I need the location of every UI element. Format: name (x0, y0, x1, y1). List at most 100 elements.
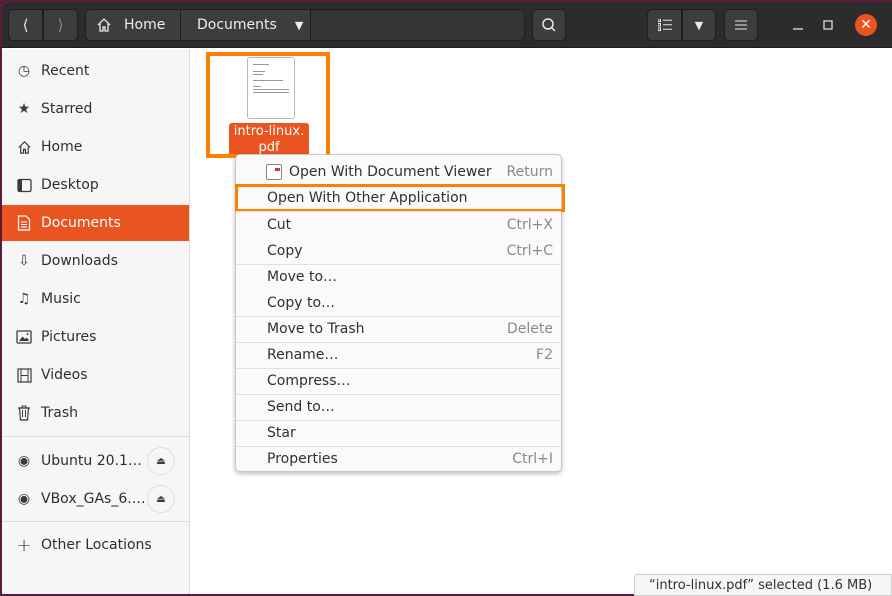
search-icon (542, 18, 556, 32)
sidebar-divider (2, 521, 189, 522)
menu-item-label: Copy (267, 243, 303, 259)
eject-icon: ⏏ (156, 493, 166, 505)
eject-button[interactable]: ⏏ (147, 447, 175, 475)
close-icon: ✕ (860, 17, 872, 33)
status-text: “intro-linux.pdf” selected (1.6 MB) (649, 577, 873, 593)
sidebar-item-label: Ubuntu 20.1… (41, 453, 142, 469)
sidebar-item-label: Pictures (41, 329, 97, 345)
menu-item-cut[interactable]: Cut Ctrl+X (236, 212, 561, 238)
menu-item-copy[interactable]: Copy Ctrl+C (236, 238, 561, 264)
sidebar-item-home[interactable]: Home (2, 129, 189, 165)
minimize-button[interactable] (787, 14, 809, 36)
sidebar-item-label: VBox_GAs_6.… (41, 491, 146, 507)
menu-item-label: Open With Document Viewer (289, 164, 492, 180)
close-button[interactable]: ✕ (855, 14, 877, 36)
sidebar-item-documents[interactable]: Documents (2, 205, 189, 241)
film-icon (15, 367, 33, 383)
menu-item-rename[interactable]: Rename… F2 (236, 342, 561, 368)
menu-item-accel: F2 (536, 347, 553, 363)
sidebar-item-label: Documents (41, 215, 121, 231)
menu-item-label: Rename… (267, 347, 339, 363)
context-menu: Open With Document Viewer Return Open Wi… (235, 154, 565, 472)
breadcrumb-home-label: Home (124, 17, 166, 33)
back-button[interactable]: ⟨ (8, 9, 43, 41)
maximize-icon (823, 20, 833, 30)
chevron-right-icon: ⟩ (57, 16, 64, 34)
files-window: ⟨ ⟩ Home Documents ▼ ▼ ✕ ◷ Recent ★ Star… (2, 2, 892, 594)
breadcrumb-documents-label: Documents (197, 17, 277, 33)
sidebar-item-pictures[interactable]: Pictures (2, 319, 189, 355)
menu-item-send-to[interactable]: Send to… (236, 394, 561, 420)
menu-item-copy-to[interactable]: Copy to… (236, 290, 561, 316)
menu-item-label: Copy to… (267, 295, 336, 311)
document-icon (15, 215, 33, 231)
sidebar-item-downloads[interactable]: ⇩ Downloads (2, 243, 189, 279)
sidebar-item-other-locations[interactable]: + Other Locations (2, 527, 189, 563)
caret-down-icon: ▼ (294, 18, 304, 32)
annotation-highlight-file (206, 52, 330, 158)
eject-button[interactable]: ⏏ (147, 485, 175, 513)
sidebar-item-label: Other Locations (41, 537, 152, 553)
sidebar-item-label: Home (41, 139, 83, 155)
main-menu-button[interactable] (724, 9, 758, 41)
sidebar-item-desktop[interactable]: Desktop (2, 167, 189, 203)
download-icon: ⇩ (18, 253, 30, 269)
home-icon (15, 140, 33, 155)
search-button[interactable] (532, 9, 566, 41)
list-view-button[interactable] (647, 9, 682, 41)
menu-item-properties[interactable]: Properties Ctrl+I (236, 446, 561, 472)
header-bar: ⟨ ⟩ Home Documents ▼ ▼ ✕ (2, 2, 892, 48)
menu-item-label: Send to… (267, 399, 335, 415)
menu-item-move-to-trash[interactable]: Move to Trash Delete (236, 316, 561, 342)
home-icon (97, 18, 111, 32)
hamburger-menu-icon (735, 20, 747, 30)
menu-item-label: Properties (267, 451, 338, 467)
menu-item-accel: Ctrl+I (512, 451, 553, 467)
sidebar-item-label: Trash (41, 405, 78, 421)
menu-item-move-to[interactable]: Move to… (236, 264, 561, 290)
menu-item-accel: Return (506, 164, 553, 180)
menu-item-label: Cut (267, 217, 292, 233)
caret-down-icon: ▼ (694, 18, 704, 32)
sidebar-divider (2, 436, 189, 437)
sidebar-item-label: Downloads (41, 253, 118, 269)
menu-item-accel: Delete (507, 321, 553, 337)
maximize-button[interactable] (817, 14, 839, 36)
sidebar-item-label: Starred (41, 101, 93, 117)
menu-item-label: Star (267, 425, 296, 441)
view-options-button[interactable]: ▼ (682, 9, 716, 41)
minimize-icon (793, 28, 803, 30)
status-bar: “intro-linux.pdf” selected (1.6 MB) (634, 574, 892, 596)
document-viewer-icon (266, 164, 282, 180)
disc-icon: ◉ (17, 453, 31, 469)
sidebar-item-trash[interactable]: Trash (2, 395, 189, 431)
sidebar-item-starred[interactable]: ★ Starred (2, 91, 189, 127)
picture-icon (15, 330, 33, 344)
sidebar-item-music[interactable]: ♫ Music (2, 281, 189, 317)
sidebar-item-recent[interactable]: ◷ Recent (2, 53, 189, 89)
path-bar: Home Documents ▼ (85, 9, 525, 41)
sidebar-item-label: Videos (41, 367, 88, 383)
file-view: intro-linux. pdf Open With Document View… (191, 49, 892, 594)
sidebar-item-label: Music (41, 291, 81, 307)
forward-button[interactable]: ⟩ (43, 9, 78, 41)
menu-item-compress[interactable]: Compress… (236, 368, 561, 394)
menu-item-label: Move to Trash (267, 321, 365, 337)
sidebar-item-videos[interactable]: Videos (2, 357, 189, 393)
desktop-icon (15, 178, 33, 193)
eject-icon: ⏏ (156, 455, 166, 467)
chevron-left-icon: ⟨ (22, 16, 29, 34)
clock-icon: ◷ (17, 63, 31, 79)
breadcrumb-home[interactable]: Home (86, 10, 181, 40)
sidebar: ◷ Recent ★ Starred Home Desktop Document… (2, 49, 190, 594)
annotation-highlight-menu-item (235, 184, 565, 212)
sidebar-item-label: Recent (41, 63, 90, 79)
menu-item-open-with-document-viewer[interactable]: Open With Document Viewer Return (236, 159, 561, 185)
menu-item-label: Compress… (267, 373, 351, 389)
star-icon: ★ (17, 101, 31, 117)
menu-item-accel: Ctrl+X (506, 217, 553, 233)
music-icon: ♫ (17, 291, 31, 307)
breadcrumb-documents[interactable]: Documents ▼ (181, 10, 311, 40)
trash-icon (15, 405, 33, 421)
menu-item-star[interactable]: Star (236, 420, 561, 446)
